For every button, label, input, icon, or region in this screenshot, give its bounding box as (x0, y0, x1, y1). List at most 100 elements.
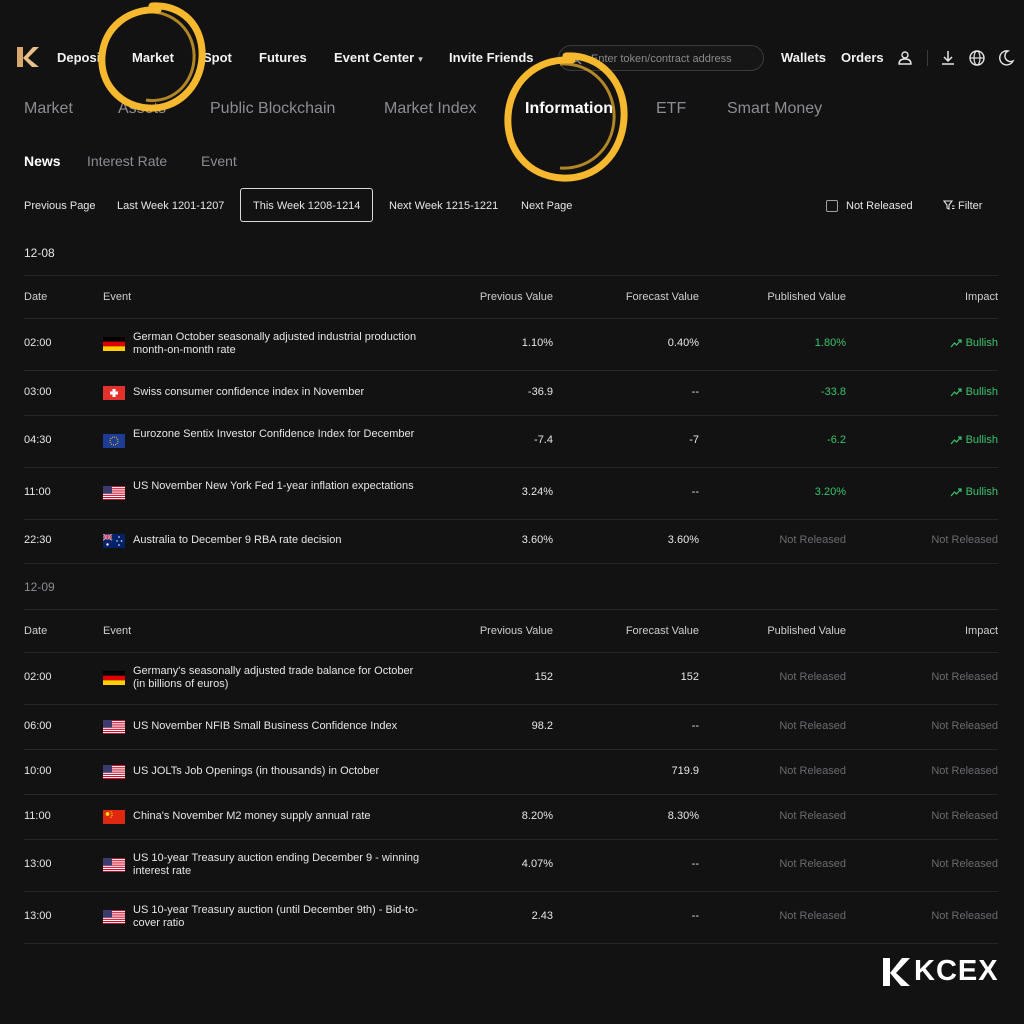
tab-event[interactable]: Event (201, 153, 237, 169)
row-impact-label: Not Released (931, 810, 998, 822)
row-published-value: Not Released (779, 910, 846, 922)
tab-public-blockchain[interactable]: Public Blockchain (210, 100, 335, 118)
previous-value-column-header: Previous Value (479, 291, 553, 303)
event-column-header: Event (103, 625, 132, 637)
nav-futures[interactable]: Futures (259, 50, 307, 65)
row-event: US 10-year Treasury auction ending Decem… (133, 852, 420, 877)
row-event: Australia to December 9 RBA rate decisio… (133, 534, 342, 546)
row-forecast-value: 0.40% (667, 337, 699, 349)
row-time: 11:00 (24, 486, 51, 498)
chevron-down-icon: ▾ (418, 54, 423, 64)
row-previous-value: 152 (534, 671, 553, 683)
row-previous-value: -7.4 (534, 434, 553, 446)
row-previous-value: -36.9 (527, 386, 553, 398)
last-week-button[interactable]: Last Week 1201-1207 (117, 200, 224, 212)
table-header: Date Event Previous Value Forecast Value Pub… (24, 609, 998, 653)
tab-interest-rate[interactable]: Interest Rate (87, 153, 167, 169)
us-flag-icon (103, 486, 125, 500)
row-forecast-value: -- (691, 910, 699, 922)
nav-event-center[interactable]: Event Center ▾ (334, 50, 423, 65)
tab-news[interactable]: News (24, 153, 61, 169)
download-icon[interactable] (939, 49, 957, 67)
filter-icon (942, 200, 955, 210)
row-impact-label: Not Released (931, 765, 998, 777)
this-week-button[interactable]: This Week 1208-1214 (240, 188, 374, 222)
row-impact: Bullish (950, 434, 998, 446)
row-event: US JOLTs Job Openings (in thousands) in … (133, 765, 380, 777)
table-row[interactable]: 04:30 Eurozone Sentix Investor Confidence… (24, 415, 998, 468)
table-row[interactable]: 03:00 Swiss consumer confidence index in … (24, 370, 998, 416)
top-nav: Deposit Market Spot Futures Event Center… (0, 34, 1024, 82)
secondary-tabs: News Interest Rate Event (0, 150, 1024, 174)
row-impact: Not Released (931, 534, 998, 546)
tab-smart-money[interactable]: Smart Money (727, 100, 822, 118)
nav-divider (927, 50, 928, 66)
next-page-button[interactable]: Next Page (521, 200, 572, 212)
trend-up-icon (950, 388, 962, 397)
row-published-value: -6.2 (827, 434, 846, 446)
row-impact: Not Released (931, 720, 998, 732)
user-icon[interactable] (896, 49, 914, 67)
table-row[interactable]: 11:00 US November New York Fed 1-year inf… (24, 467, 998, 520)
row-published-value: Not Released (779, 810, 846, 822)
table-row[interactable]: 02:00 German October seasonally adjusted … (24, 318, 998, 371)
nav-spot[interactable]: Spot (203, 50, 232, 65)
nav-market[interactable]: Market (132, 50, 174, 65)
kcex-logo-icon[interactable] (14, 44, 40, 70)
row-published-value: Not Released (779, 858, 846, 870)
not-released-label: Not Released (846, 200, 913, 212)
search-icon (569, 52, 582, 65)
row-impact: Not Released (931, 858, 998, 870)
table-row[interactable]: 11:00 China's November M2 money supply an… (24, 794, 998, 840)
row-previous-value: 8.20% (521, 810, 553, 822)
row-time: 13:00 (24, 910, 52, 922)
row-impact: Not Released (931, 810, 998, 822)
tab-market-index[interactable]: Market Index (384, 100, 476, 118)
table-row[interactable]: 06:00 US November NFIB Small Business Con… (24, 704, 998, 750)
kcex-watermark: KCEX (880, 955, 1000, 989)
us-flag-icon (103, 858, 125, 872)
row-event: US November New York Fed 1-year inflatio… (133, 480, 414, 492)
row-published-value: Not Released (779, 720, 846, 732)
table-row[interactable]: 10:00 US JOLTs Job Openings (in thousands… (24, 749, 998, 795)
tab-market[interactable]: Market (24, 100, 73, 118)
row-impact-label: Bullish (965, 486, 998, 498)
us-flag-icon (103, 910, 125, 924)
table-row[interactable]: 13:00 US 10-year Treasury auction (until … (24, 891, 998, 944)
row-impact: Not Released (931, 910, 998, 922)
event-column-header: Event (103, 291, 132, 303)
row-published-value: Not Released (779, 534, 846, 546)
row-forecast-value: 3.60% (667, 534, 699, 546)
table-row[interactable]: 02:00 Germany's seasonally adjusted trade… (24, 652, 998, 705)
previous-page-button[interactable]: Previous Page (24, 200, 96, 212)
filter-button[interactable]: Filter (942, 199, 982, 212)
nav-wallets[interactable]: Wallets (781, 50, 826, 65)
nav-deposit[interactable]: Deposit (57, 50, 105, 65)
day-date-label: 12-08 (24, 246, 55, 260)
switzerland-flag-icon (103, 386, 125, 400)
kcex-watermark-logo-icon (883, 958, 910, 986)
row-forecast-value: -- (691, 858, 699, 870)
tab-information[interactable]: Information (525, 100, 613, 118)
row-published-value: Not Released (779, 671, 846, 683)
row-impact-label: Bullish (965, 386, 998, 398)
tab-etf[interactable]: ETF (656, 100, 686, 118)
tab-assets[interactable]: Assets (118, 100, 166, 118)
row-published-value: 1.80% (814, 337, 846, 349)
next-week-button[interactable]: Next Week 1215-1221 (389, 200, 498, 212)
row-time: 04:30 (24, 434, 52, 446)
nav-orders[interactable]: Orders (841, 50, 884, 65)
moon-icon[interactable] (997, 49, 1015, 67)
globe-icon[interactable] (968, 49, 986, 67)
row-forecast-value: 152 (680, 671, 699, 683)
search-input[interactable] (589, 50, 761, 68)
nav-invite-friends[interactable]: Invite Friends (449, 50, 534, 65)
search-box[interactable] (558, 45, 764, 71)
table-row[interactable]: 22:30 Australia to December 9 RBA rate de… (24, 519, 998, 564)
not-released-checkbox[interactable] (826, 200, 838, 212)
row-impact: Not Released (931, 765, 998, 777)
row-impact-label: Bullish (965, 434, 998, 446)
row-impact: Bullish (950, 386, 998, 398)
week-navigation: Previous Page Last Week 1201-1207 This W… (0, 188, 1024, 224)
table-row[interactable]: 13:00 US 10-year Treasury auction ending … (24, 839, 998, 892)
